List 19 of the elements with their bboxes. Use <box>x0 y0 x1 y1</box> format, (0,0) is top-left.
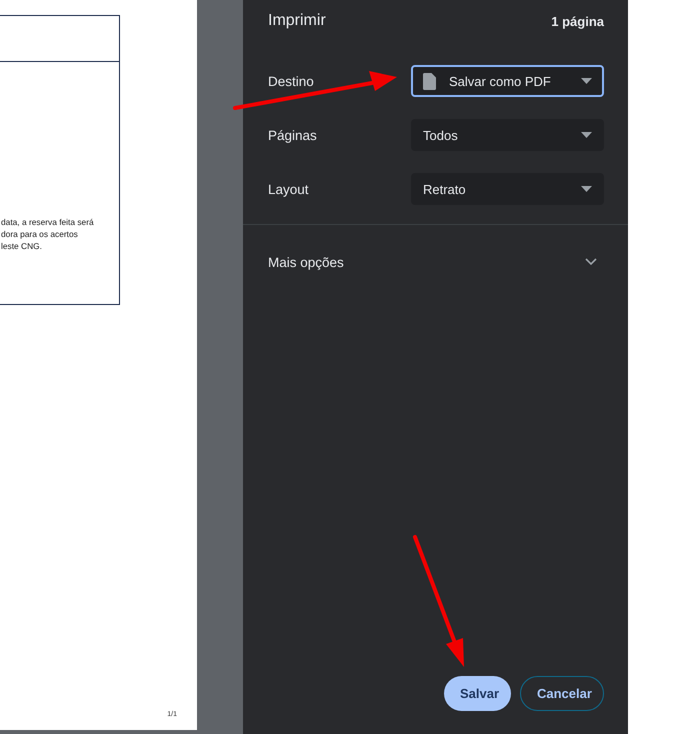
page-text: dora para os acertos <box>1 228 79 240</box>
cancel-button[interactable]: Cancelar <box>520 676 604 711</box>
more-options-toggle[interactable]: Mais opções <box>243 225 628 299</box>
caret-icon <box>581 132 592 138</box>
page-text: data, a reserva feita será <box>1 216 95 228</box>
dropdown-select[interactable]: Retrato <box>411 173 604 205</box>
file-icon <box>423 72 436 90</box>
caret-icon <box>581 186 592 192</box>
caret-icon <box>581 78 592 84</box>
setting-label: Layout <box>268 182 310 196</box>
save-button[interactable]: Salvar <box>444 676 511 711</box>
dropdown-select[interactable]: Salvar como PDF <box>411 65 604 97</box>
setting-label: Destino <box>268 74 315 88</box>
page-text: leste CNG. <box>1 240 43 252</box>
page-count: 1 página <box>551 14 604 28</box>
setting-label: Páginas <box>268 128 318 142</box>
dropdown-select[interactable]: Todos <box>411 119 604 151</box>
panel-title: Imprimir <box>268 12 326 30</box>
chevron-icon <box>585 258 597 266</box>
